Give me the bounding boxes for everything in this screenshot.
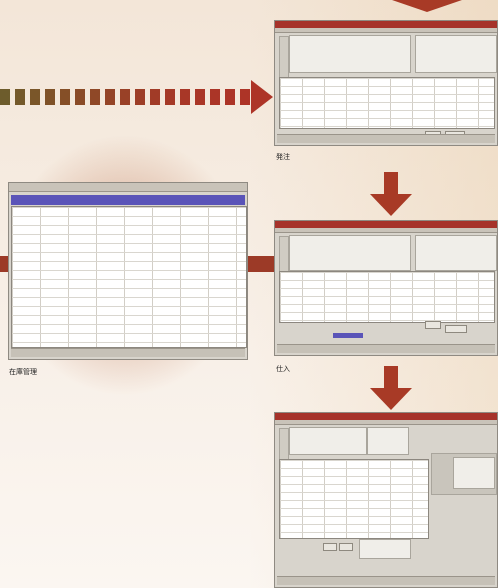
order-window-screenshot — [274, 20, 498, 146]
inventory-window-screenshot — [8, 182, 248, 360]
inventory-connector-left — [0, 256, 8, 272]
caption-purchase: 仕入 — [276, 365, 290, 373]
arrow-right-icon — [251, 80, 273, 114]
arrow-down-icon — [370, 366, 412, 410]
purchase-window-screenshot — [274, 220, 498, 356]
sales-window-screenshot — [274, 412, 498, 588]
caption-order: 発注 — [276, 153, 290, 161]
arrow-down-icon — [370, 172, 412, 216]
caption-inventory: 在庫管理 — [9, 368, 37, 376]
inventory-connector-right — [248, 256, 274, 272]
arrow-down-icon — [392, 0, 462, 12]
